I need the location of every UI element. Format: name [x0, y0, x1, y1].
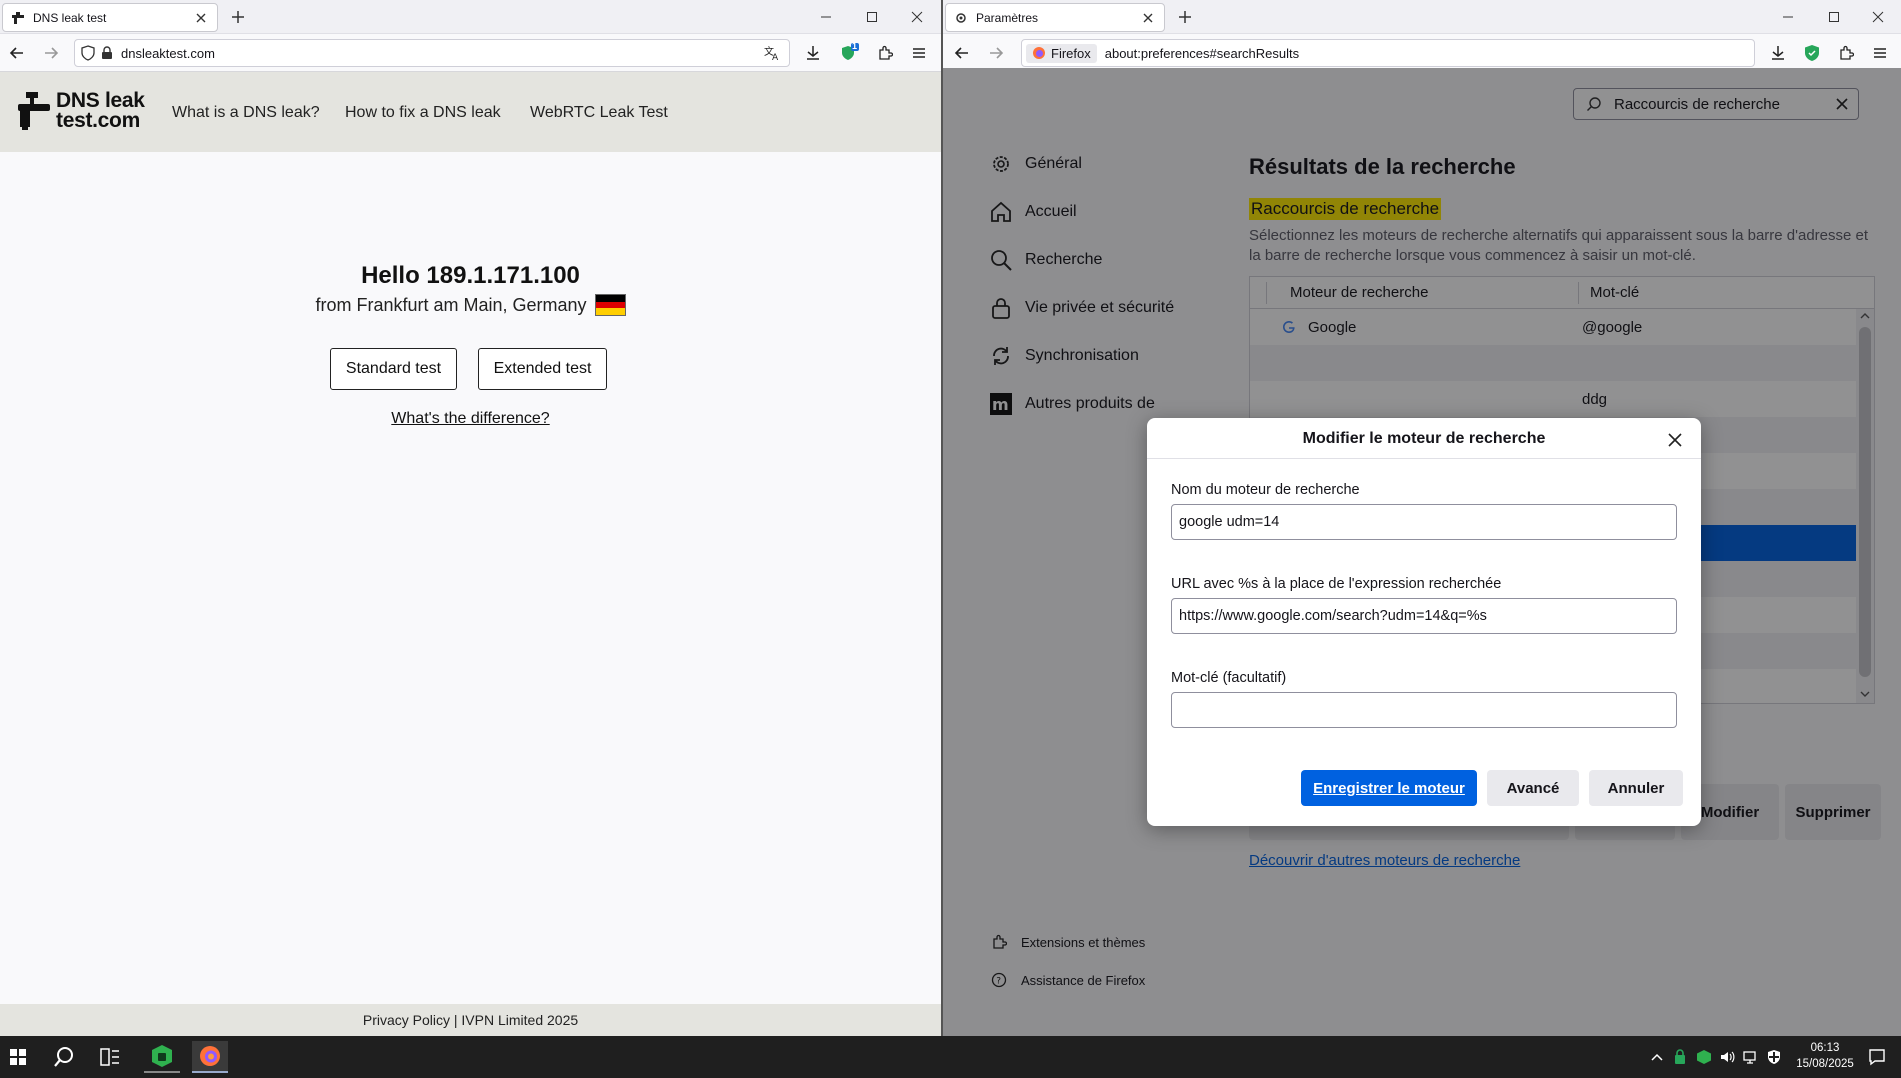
dialog-divider	[1147, 458, 1701, 459]
location-line: from Frankfurt am Main, Germany	[0, 294, 941, 316]
whats-the-difference-link[interactable]: What's the difference?	[0, 410, 941, 428]
engine-name-input[interactable]	[1171, 504, 1677, 540]
location-text: from Frankfurt am Main, Germany	[315, 294, 587, 315]
identity-label: Firefox	[1051, 45, 1091, 61]
standard-test-button[interactable]: Standard test	[330, 348, 457, 390]
edit-engine-dialog: Modifier le moteur de recherche Nom du m…	[1147, 418, 1701, 826]
nav-webrtc-leak-test[interactable]: WebRTC Leak Test	[530, 104, 668, 122]
save-engine-button[interactable]: Enregistrer le moteur	[1301, 770, 1477, 806]
dns-logo[interactable]: DNS leak test.com	[16, 90, 145, 132]
taskbar-clock[interactable]: 06:13 15/08/2025	[1790, 1040, 1860, 1072]
menu-hamburger-icon[interactable]	[908, 42, 930, 64]
close-window-icon[interactable]	[906, 6, 928, 28]
download-icon[interactable]	[802, 42, 824, 64]
firefox-logo-icon	[1032, 46, 1046, 60]
gear-favicon-icon	[954, 11, 968, 25]
svg-text:A: A	[772, 53, 779, 62]
germany-flag-icon	[594, 294, 626, 316]
engine-url-input[interactable]	[1171, 598, 1677, 634]
modal-overlay: Modifier le moteur de recherche Nom du m…	[943, 68, 1901, 1036]
left-nav-bar: dnsleaktest.com 文A 1	[0, 34, 941, 72]
maximize-icon[interactable]	[1823, 6, 1845, 28]
download-icon[interactable]	[1767, 42, 1789, 64]
faucet-logo-icon	[16, 90, 52, 132]
nav-how-to-fix[interactable]: How to fix a DNS leak	[345, 104, 501, 122]
windows-start-icon[interactable]	[0, 1041, 36, 1073]
url-text: dnsleaktest.com	[121, 45, 215, 61]
extensions-puzzle-icon[interactable]	[1835, 42, 1857, 64]
advanced-button[interactable]: Avancé	[1487, 770, 1579, 806]
taskbar-vpn-app-icon[interactable]	[144, 1041, 180, 1073]
close-tab-icon[interactable]	[1140, 10, 1156, 26]
vpn-shield-icon[interactable]	[1801, 42, 1823, 64]
left-url-bar[interactable]: dnsleaktest.com 文A	[74, 39, 790, 67]
engine-keyword-label: Mot-clé (facultatif)	[1171, 670, 1287, 686]
close-window-icon[interactable]	[1867, 6, 1889, 28]
cancel-button[interactable]: Annuler	[1589, 770, 1683, 806]
engine-keyword-input[interactable]	[1171, 692, 1677, 728]
shield-icon	[81, 45, 95, 61]
left-tab-strip: DNS leak test	[0, 0, 941, 34]
firefox-identity-box[interactable]: Firefox	[1026, 43, 1097, 63]
taskbar-firefox-icon[interactable]	[192, 1041, 228, 1073]
new-tab-plus-icon[interactable]	[228, 7, 248, 27]
clock-date: 15/08/2025	[1796, 1058, 1854, 1070]
back-arrow-icon[interactable]	[951, 42, 973, 64]
url-text: about:preferences#searchResults	[1104, 45, 1300, 61]
notification-center-icon[interactable]	[1868, 1048, 1886, 1066]
engine-url-label: URL avec %s à la place de l'expression r…	[1171, 576, 1502, 592]
tray-volume-icon[interactable]	[1718, 1048, 1736, 1066]
clock-time: 06:13	[1810, 1042, 1840, 1054]
dialog-title: Modifier le moteur de recherche	[1302, 430, 1546, 447]
back-arrow-icon[interactable]	[6, 42, 28, 64]
forward-arrow-icon[interactable]	[40, 42, 62, 64]
dns-site-header: DNS leak test.com What is a DNS leak? Ho…	[0, 72, 941, 152]
minimize-icon[interactable]	[1777, 6, 1799, 28]
tray-vpn-icon[interactable]	[1695, 1048, 1713, 1066]
right-browser-window: Paramètres Firefox about:preferences#sea…	[941, 0, 1901, 1036]
hello-ip-heading: Hello 189.1.171.100	[361, 262, 580, 289]
tab-title: Paramètres	[976, 10, 1039, 25]
tab-parametres[interactable]: Paramètres	[945, 3, 1165, 32]
extensions-puzzle-icon[interactable]	[874, 42, 896, 64]
menu-hamburger-icon[interactable]	[1869, 42, 1891, 64]
extension-badge: 1	[852, 41, 858, 51]
new-tab-plus-icon[interactable]	[1175, 7, 1195, 27]
forward-arrow-icon[interactable]	[985, 42, 1007, 64]
tray-defender-shield-icon[interactable]	[1765, 1048, 1783, 1066]
maximize-icon[interactable]	[861, 6, 883, 28]
translate-icon[interactable]: 文A	[763, 44, 781, 62]
close-tab-icon[interactable]	[193, 10, 209, 26]
taskbar-search-icon[interactable]	[46, 1041, 82, 1073]
tray-network-icon[interactable]	[1742, 1048, 1760, 1066]
tab-title: DNS leak test	[33, 10, 107, 25]
dns-footer[interactable]: Privacy Policy | IVPN Limited 2025	[0, 1004, 941, 1036]
faucet-favicon-icon	[11, 11, 25, 25]
logo-text: DNS leak test.com	[56, 89, 145, 132]
nav-what-is-dns-leak[interactable]: What is a DNS leak?	[172, 104, 320, 122]
tray-overflow-chevron-icon[interactable]	[1648, 1048, 1666, 1066]
minimize-icon[interactable]	[815, 6, 837, 28]
extended-test-button[interactable]: Extended test	[478, 348, 607, 390]
engine-name-label: Nom du moteur de recherche	[1171, 482, 1360, 498]
tab-dns-leak-test[interactable]: DNS leak test	[2, 3, 218, 32]
right-url-bar[interactable]: Firefox about:preferences#searchResults	[1021, 39, 1755, 67]
task-view-icon[interactable]	[92, 1041, 128, 1073]
right-nav-bar: Firefox about:preferences#searchResults	[943, 34, 1901, 72]
left-browser-window: DNS leak test dnsleaktest.com 文 A 1 DNS …	[0, 0, 941, 1036]
windows-taskbar: 06:13 15/08/2025	[0, 1036, 1901, 1078]
dialog-close-icon[interactable]	[1663, 428, 1687, 452]
lock-icon	[101, 46, 113, 60]
tray-security-icon[interactable]	[1671, 1048, 1689, 1066]
right-tab-strip: Paramètres	[943, 0, 1901, 34]
